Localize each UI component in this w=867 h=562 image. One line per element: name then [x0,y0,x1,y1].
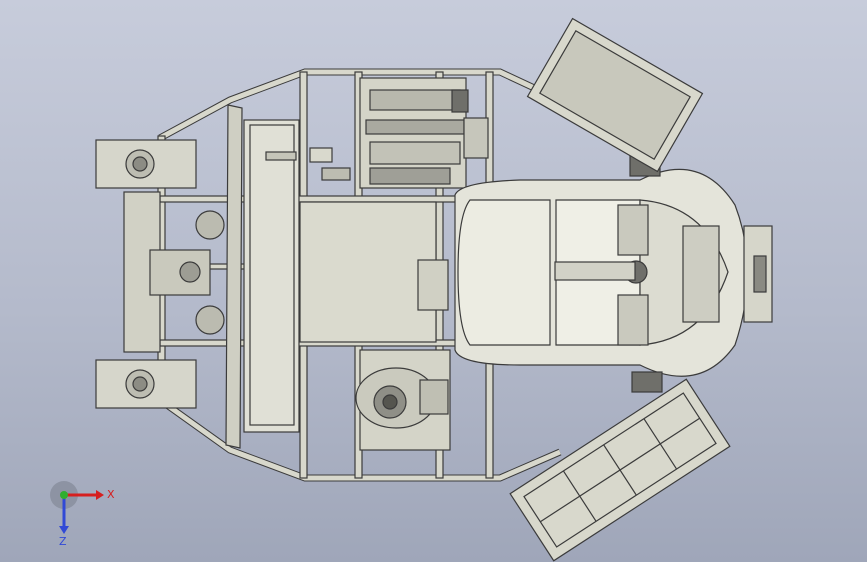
z-arrowhead [59,526,69,534]
belt-mount-bottom [631,371,663,393]
simulator-frame-model[interactable] [0,0,867,562]
actuator-bottom [95,359,197,409]
y-axis-dot [60,491,68,499]
pedal-assembly [355,349,451,451]
gearbox-assembly [359,77,489,189]
top-display-panel [526,17,704,173]
x-arrowhead [96,490,104,500]
left-inner-panel [243,119,300,433]
axis-triad: X Z [50,481,115,548]
actuator-top [95,139,197,189]
z-axis-label: Z [59,535,67,548]
x-axis-label: X [107,488,115,501]
diagonal-strut [225,104,243,449]
actuator-center [123,191,225,353]
bottom-rack [509,378,731,562]
racing-seat [454,168,773,377]
center-plate [299,201,437,343]
cad-viewport[interactable]: X Z [0,0,867,562]
